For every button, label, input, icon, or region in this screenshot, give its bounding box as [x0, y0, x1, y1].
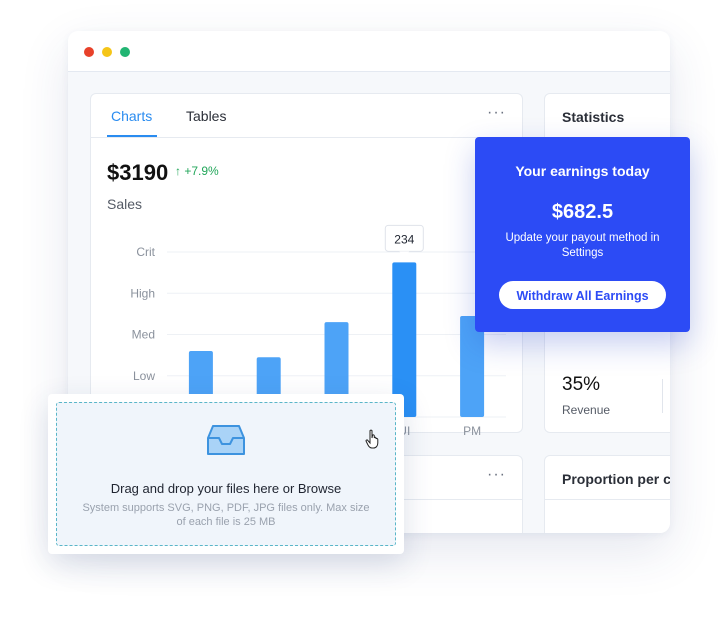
x-tick-label: PM: [463, 424, 481, 438]
y-tick-label: Med: [132, 328, 155, 342]
y-tick-label: Crit: [136, 245, 155, 259]
statistics-title: Statistics: [562, 109, 625, 125]
y-tick-label: High: [130, 286, 155, 300]
tooltip-value: 234: [394, 232, 414, 246]
tooltip-pointer: [399, 251, 410, 258]
more-options-icon[interactable]: ···: [487, 104, 506, 122]
card-divider: [545, 499, 670, 500]
stat-divider: [662, 379, 663, 413]
revenue-percent: 35%: [562, 374, 601, 395]
sales-label: Sales: [107, 196, 143, 212]
title-bar: [68, 31, 670, 72]
earnings-popup: Your earnings today $682.5 Update your p…: [475, 137, 690, 332]
drop-zone-hint: System supports SVG, PNG, PDF, JPG files…: [82, 502, 370, 528]
close-window-dot[interactable]: [84, 47, 94, 57]
revenue-label: Revenue: [562, 403, 611, 417]
tab-tables[interactable]: Tables: [186, 108, 226, 124]
proportion-card: Proportion per c: [544, 455, 670, 533]
hand-cursor-icon: [365, 429, 379, 449]
drop-zone-instruction: Drag and drop your files here or Browse: [110, 481, 342, 496]
maximize-window-dot[interactable]: [120, 47, 130, 57]
file-drop-zone[interactable]: Drag and drop your files here or Browse …: [56, 402, 396, 546]
minimize-window-dot[interactable]: [102, 47, 112, 57]
more-options-icon[interactable]: ···: [487, 466, 506, 484]
earnings-subtitle: Update your payout method in Settings: [505, 232, 660, 259]
earnings-title: Your earnings today: [515, 163, 650, 179]
chart-tabs: Charts Tables ···: [91, 94, 522, 138]
active-tab-indicator: [107, 135, 157, 137]
tab-charts[interactable]: Charts: [111, 108, 152, 124]
file-upload-panel: Drag and drop your files here or Browse …: [48, 394, 404, 554]
sales-total: $3190: [107, 160, 169, 185]
sales-delta: ↑ +7.9%: [175, 164, 219, 178]
withdraw-earnings-button[interactable]: Withdraw All Earnings: [499, 281, 666, 309]
proportion-title: Proportion per c: [562, 471, 670, 487]
earnings-amount: $682.5: [551, 201, 614, 223]
y-tick-label: Low: [133, 369, 155, 383]
sales-chart-card: Charts Tables ··· $3190 ↑ +7.9% Sales Mi…: [90, 93, 523, 438]
inbox-tray-icon: [207, 425, 245, 455]
